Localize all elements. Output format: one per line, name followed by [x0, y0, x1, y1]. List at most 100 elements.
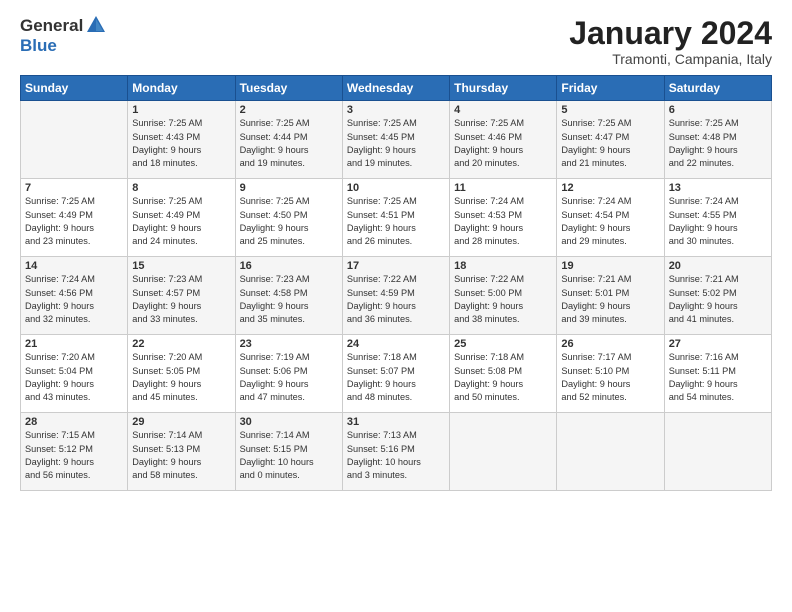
- calendar-day-cell: 21Sunrise: 7:20 AM Sunset: 5:04 PM Dayli…: [21, 335, 128, 413]
- day-number: 9: [240, 182, 338, 194]
- logo: General Blue: [20, 16, 107, 56]
- day-info: Sunrise: 7:20 AM Sunset: 5:05 PM Dayligh…: [132, 351, 230, 404]
- calendar-week-row: 21Sunrise: 7:20 AM Sunset: 5:04 PM Dayli…: [21, 335, 772, 413]
- day-number: 16: [240, 260, 338, 272]
- day-number: 5: [561, 104, 659, 116]
- day-info: Sunrise: 7:22 AM Sunset: 4:59 PM Dayligh…: [347, 273, 445, 326]
- calendar-day-cell: 19Sunrise: 7:21 AM Sunset: 5:01 PM Dayli…: [557, 257, 664, 335]
- calendar-day-cell: 5Sunrise: 7:25 AM Sunset: 4:47 PM Daylig…: [557, 101, 664, 179]
- day-info: Sunrise: 7:20 AM Sunset: 5:04 PM Dayligh…: [25, 351, 123, 404]
- calendar-day-cell: 11Sunrise: 7:24 AM Sunset: 4:53 PM Dayli…: [450, 179, 557, 257]
- day-info: Sunrise: 7:19 AM Sunset: 5:06 PM Dayligh…: [240, 351, 338, 404]
- day-info: Sunrise: 7:25 AM Sunset: 4:50 PM Dayligh…: [240, 195, 338, 248]
- day-number: 1: [132, 104, 230, 116]
- calendar-day-cell: 4Sunrise: 7:25 AM Sunset: 4:46 PM Daylig…: [450, 101, 557, 179]
- calendar-day-cell: 1Sunrise: 7:25 AM Sunset: 4:43 PM Daylig…: [128, 101, 235, 179]
- calendar-header-cell: Sunday: [21, 76, 128, 101]
- calendar-day-cell: 12Sunrise: 7:24 AM Sunset: 4:54 PM Dayli…: [557, 179, 664, 257]
- calendar-day-cell: 3Sunrise: 7:25 AM Sunset: 4:45 PM Daylig…: [342, 101, 449, 179]
- day-info: Sunrise: 7:14 AM Sunset: 5:15 PM Dayligh…: [240, 429, 338, 482]
- day-info: Sunrise: 7:25 AM Sunset: 4:49 PM Dayligh…: [132, 195, 230, 248]
- day-number: 6: [669, 104, 767, 116]
- day-info: Sunrise: 7:25 AM Sunset: 4:45 PM Dayligh…: [347, 117, 445, 170]
- day-number: 13: [669, 182, 767, 194]
- logo-general: General: [20, 16, 83, 36]
- day-number: 3: [347, 104, 445, 116]
- calendar-day-cell: 6Sunrise: 7:25 AM Sunset: 4:48 PM Daylig…: [664, 101, 771, 179]
- calendar-day-cell: 24Sunrise: 7:18 AM Sunset: 5:07 PM Dayli…: [342, 335, 449, 413]
- day-info: Sunrise: 7:23 AM Sunset: 4:57 PM Dayligh…: [132, 273, 230, 326]
- calendar-header-cell: Monday: [128, 76, 235, 101]
- calendar-header-cell: Wednesday: [342, 76, 449, 101]
- calendar-body: 1Sunrise: 7:25 AM Sunset: 4:43 PM Daylig…: [21, 101, 772, 491]
- calendar-week-row: 7 Sunrise: 7:25 AM Sunset: 4:49 PM Daylig…: [21, 179, 772, 257]
- calendar-day-cell: 30Sunrise: 7:14 AM Sunset: 5:15 PM Dayli…: [235, 413, 342, 491]
- day-number: 24: [347, 338, 445, 350]
- day-info: Sunrise: 7:24 AM Sunset: 4:54 PM Dayligh…: [561, 195, 659, 248]
- calendar-day-cell: 17Sunrise: 7:22 AM Sunset: 4:59 PM Dayli…: [342, 257, 449, 335]
- calendar-day-cell: 28Sunrise: 7:15 AM Sunset: 5:12 PM Dayli…: [21, 413, 128, 491]
- calendar-day-cell: 25Sunrise: 7:18 AM Sunset: 5:08 PM Dayli…: [450, 335, 557, 413]
- page: General Blue January 2024 Tramonti, Camp…: [0, 0, 792, 612]
- location: Tramonti, Campania, Italy: [569, 51, 772, 67]
- day-number: 4: [454, 104, 552, 116]
- day-info: Sunrise: 7:14 AM Sunset: 5:13 PM Dayligh…: [132, 429, 230, 482]
- calendar-day-cell: 16Sunrise: 7:23 AM Sunset: 4:58 PM Dayli…: [235, 257, 342, 335]
- day-number: 2: [240, 104, 338, 116]
- calendar-header-row: SundayMondayTuesdayWednesdayThursdayFrid…: [21, 76, 772, 101]
- calendar-table: SundayMondayTuesdayWednesdayThursdayFrid…: [20, 75, 772, 491]
- day-number: 14: [25, 260, 123, 272]
- day-number: 20: [669, 260, 767, 272]
- logo-icon: [85, 14, 107, 36]
- day-number: 18: [454, 260, 552, 272]
- day-number: 29: [132, 416, 230, 428]
- calendar-day-cell: 27Sunrise: 7:16 AM Sunset: 5:11 PM Dayli…: [664, 335, 771, 413]
- calendar-day-cell: [557, 413, 664, 491]
- calendar-header-cell: Tuesday: [235, 76, 342, 101]
- calendar-day-cell: 20Sunrise: 7:21 AM Sunset: 5:02 PM Dayli…: [664, 257, 771, 335]
- day-info: Sunrise: 7:21 AM Sunset: 5:02 PM Dayligh…: [669, 273, 767, 326]
- calendar-day-cell: 22Sunrise: 7:20 AM Sunset: 5:05 PM Dayli…: [128, 335, 235, 413]
- calendar-day-cell: [664, 413, 771, 491]
- day-info: Sunrise: 7:25 AM Sunset: 4:44 PM Dayligh…: [240, 117, 338, 170]
- day-info: Sunrise: 7:13 AM Sunset: 5:16 PM Dayligh…: [347, 429, 445, 482]
- calendar-day-cell: 10Sunrise: 7:25 AM Sunset: 4:51 PM Dayli…: [342, 179, 449, 257]
- day-number: 21: [25, 338, 123, 350]
- day-info: Sunrise: 7:21 AM Sunset: 5:01 PM Dayligh…: [561, 273, 659, 326]
- calendar-day-cell: 13Sunrise: 7:24 AM Sunset: 4:55 PM Dayli…: [664, 179, 771, 257]
- calendar-day-cell: [450, 413, 557, 491]
- day-info: Sunrise: 7:25 AM Sunset: 4:46 PM Dayligh…: [454, 117, 552, 170]
- day-number: 19: [561, 260, 659, 272]
- calendar-day-cell: 8Sunrise: 7:25 AM Sunset: 4:49 PM Daylig…: [128, 179, 235, 257]
- calendar-week-row: 14Sunrise: 7:24 AM Sunset: 4:56 PM Dayli…: [21, 257, 772, 335]
- calendar-day-cell: [21, 101, 128, 179]
- day-number: 17: [347, 260, 445, 272]
- day-number: 30: [240, 416, 338, 428]
- day-number: 22: [132, 338, 230, 350]
- day-info: Sunrise: 7:25 AM Sunset: 4:43 PM Dayligh…: [132, 117, 230, 170]
- day-info: Sunrise: 7:17 AM Sunset: 5:10 PM Dayligh…: [561, 351, 659, 404]
- day-info: Sunrise: 7:18 AM Sunset: 5:08 PM Dayligh…: [454, 351, 552, 404]
- day-number: 15: [132, 260, 230, 272]
- day-number: 11: [454, 182, 552, 194]
- day-info: Sunrise: 7:22 AM Sunset: 5:00 PM Dayligh…: [454, 273, 552, 326]
- day-number: 28: [25, 416, 123, 428]
- calendar-day-cell: 23Sunrise: 7:19 AM Sunset: 5:06 PM Dayli…: [235, 335, 342, 413]
- calendar-day-cell: 18Sunrise: 7:22 AM Sunset: 5:00 PM Dayli…: [450, 257, 557, 335]
- day-info: Sunrise: 7:25 AM Sunset: 4:47 PM Dayligh…: [561, 117, 659, 170]
- day-number: 12: [561, 182, 659, 194]
- calendar-header-cell: Friday: [557, 76, 664, 101]
- day-info: Sunrise: 7:18 AM Sunset: 5:07 PM Dayligh…: [347, 351, 445, 404]
- day-number: 25: [454, 338, 552, 350]
- calendar-day-cell: 26Sunrise: 7:17 AM Sunset: 5:10 PM Dayli…: [557, 335, 664, 413]
- day-info: Sunrise: 7:25 AM Sunset: 4:48 PM Dayligh…: [669, 117, 767, 170]
- day-info: Sunrise: 7:25 AM Sunset: 4:51 PM Dayligh…: [347, 195, 445, 248]
- logo-blue: Blue: [20, 36, 57, 55]
- day-info: Sunrise: 7:24 AM Sunset: 4:56 PM Dayligh…: [25, 273, 123, 326]
- day-number: 31: [347, 416, 445, 428]
- day-number: 27: [669, 338, 767, 350]
- day-number: 7: [25, 182, 123, 194]
- header: General Blue January 2024 Tramonti, Camp…: [20, 16, 772, 67]
- day-info: Sunrise: 7:15 AM Sunset: 5:12 PM Dayligh…: [25, 429, 123, 482]
- day-number: 23: [240, 338, 338, 350]
